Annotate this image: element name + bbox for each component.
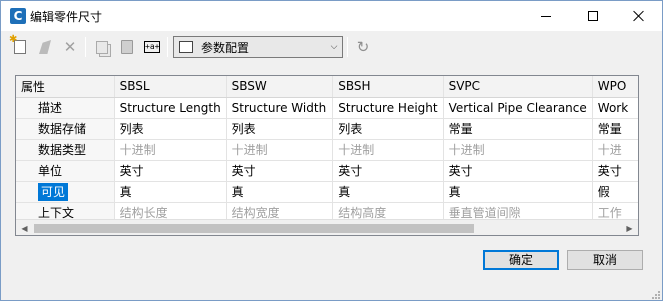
toolbar-separator xyxy=(167,37,168,57)
table-cell[interactable]: Structure Length xyxy=(114,97,227,119)
table-cell[interactable]: Work xyxy=(592,97,638,119)
resize-grip-icon[interactable] xyxy=(651,290,661,300)
table-row-data-storage[interactable]: 数据存储 列表 列表 列表 常量 常量 xyxy=(16,118,638,140)
maximize-icon xyxy=(588,11,598,21)
config-select-value: 参数配置 xyxy=(201,40,250,55)
row-label[interactable]: 上下文 xyxy=(16,202,115,219)
ok-button[interactable]: 确定 xyxy=(483,250,559,270)
table-cell[interactable]: 常量 xyxy=(443,118,593,140)
vertical-scrollbar[interactable]: ▲ ▼ xyxy=(638,76,639,219)
paste-icon xyxy=(121,40,133,54)
table-cell[interactable]: 英寸 xyxy=(443,160,593,182)
table-cell[interactable]: 英寸 xyxy=(592,160,638,182)
column-header-sbsh[interactable]: SBSH xyxy=(332,76,444,98)
table-cell[interactable]: Vertical Pipe Clearance xyxy=(443,97,593,119)
copy-icon xyxy=(96,40,108,54)
new-icon xyxy=(9,34,26,54)
table-cell[interactable]: 英寸 xyxy=(114,160,227,182)
toolbar: ✕ +a+ 参数配置 ⌵ ↻ xyxy=(1,31,662,63)
delete-icon: ✕ xyxy=(63,37,77,56)
row-label[interactable]: 可见 xyxy=(16,181,115,203)
app-icon: C xyxy=(10,8,26,24)
horizontal-scrollbar[interactable]: ◀ ▶ xyxy=(16,219,638,235)
table-cell: 结构长度 xyxy=(114,202,227,219)
table-cell: 十进制 xyxy=(114,139,227,161)
sync-icon: ↻ xyxy=(356,37,370,56)
column-header-sbsl[interactable]: SBSL xyxy=(114,76,227,98)
rename-icon: +a+ xyxy=(144,41,160,53)
table-cell: 工作 xyxy=(592,202,638,219)
minimize-button[interactable] xyxy=(523,1,569,31)
delete-button[interactable]: ✕ xyxy=(59,36,81,58)
header-row: 属性 SBSL SBSW SBSH SVPC WPO xyxy=(16,76,638,98)
table-cell[interactable]: 真 xyxy=(226,181,334,203)
property-grid[interactable]: 属性 SBSL SBSW SBSH SVPC WPO 描述 Structure … xyxy=(15,75,639,236)
table-cell: 十进制 xyxy=(332,139,444,161)
table-cell: 十进制 xyxy=(443,139,593,161)
toolbar-separator xyxy=(347,37,348,57)
horizontal-scroll-thumb[interactable] xyxy=(34,224,474,233)
edit-button[interactable] xyxy=(34,36,56,58)
copy-button[interactable] xyxy=(91,36,113,58)
new-button[interactable] xyxy=(9,34,31,58)
property-grid-viewport: 属性 SBSL SBSW SBSH SVPC WPO 描述 Structure … xyxy=(16,76,638,219)
table-cell[interactable]: 列表 xyxy=(226,118,334,140)
column-header-property[interactable]: 属性 xyxy=(16,76,115,98)
close-icon xyxy=(633,10,645,22)
table-cell: 结构宽度 xyxy=(226,202,334,219)
table-cell[interactable]: 真 xyxy=(114,181,227,203)
table-cell[interactable]: Structure Height xyxy=(332,97,444,119)
table-row-data-type[interactable]: 数据类型 十进制 十进制 十进制 十进制 十进 xyxy=(16,139,638,161)
table-cell[interactable]: 真 xyxy=(332,181,444,203)
chevron-down-icon[interactable]: ⌵ xyxy=(326,37,342,57)
table-cell[interactable]: 真 xyxy=(443,181,593,203)
table-cell[interactable]: 列表 xyxy=(332,118,444,140)
sync-button[interactable]: ↻ xyxy=(352,36,374,58)
paste-button[interactable] xyxy=(116,36,138,58)
table-cell[interactable]: Structure Width xyxy=(226,97,334,119)
window-title: 编辑零件尺寸 xyxy=(30,10,103,24)
scroll-right-icon[interactable]: ▶ xyxy=(621,220,638,235)
row-label[interactable]: 描述 xyxy=(16,97,115,119)
table-row-description[interactable]: 描述 Structure Length Structure Width Stru… xyxy=(16,97,638,119)
cancel-button[interactable]: 取消 xyxy=(567,250,643,270)
table-cell[interactable]: 常量 xyxy=(592,118,638,140)
table-row-visible[interactable]: 可见 真 真 真 真 假 xyxy=(16,181,638,203)
row-label[interactable]: 单位 xyxy=(16,160,115,182)
table-cell[interactable]: 英寸 xyxy=(332,160,444,182)
row-label[interactable]: 数据类型 xyxy=(16,139,115,161)
toolbar-separator xyxy=(85,37,86,57)
config-icon xyxy=(179,41,193,53)
title-bar[interactable]: C 编辑零件尺寸 xyxy=(1,1,662,31)
table-cell: 垂直管道间隙 xyxy=(443,202,593,219)
column-header-sbsw[interactable]: SBSW xyxy=(226,76,334,98)
table-cell: 结构高度 xyxy=(332,202,444,219)
selected-row-label[interactable]: 可见 xyxy=(38,183,69,201)
table-cell[interactable]: 假 xyxy=(592,181,638,203)
config-select[interactable]: 参数配置 ⌵ xyxy=(173,36,343,58)
table-cell[interactable]: 列表 xyxy=(114,118,227,140)
table-cell[interactable]: 英寸 xyxy=(226,160,334,182)
dialog-window: C 编辑零件尺寸 ✕ +a+ 参数配置 ⌵ ↻ xyxy=(0,0,663,301)
property-table: 属性 SBSL SBSW SBSH SVPC WPO 描述 Structure … xyxy=(16,76,638,219)
close-button[interactable] xyxy=(616,1,662,31)
table-cell: 十进制 xyxy=(226,139,334,161)
scroll-left-icon[interactable]: ◀ xyxy=(16,220,33,235)
maximize-button[interactable] xyxy=(570,1,616,31)
table-row-unit[interactable]: 单位 英寸 英寸 英寸 英寸 英寸 xyxy=(16,160,638,182)
row-label[interactable]: 数据存储 xyxy=(16,118,115,140)
table-cell: 十进 xyxy=(592,139,638,161)
rename-button[interactable]: +a+ xyxy=(141,36,163,58)
table-row-context[interactable]: 上下文 结构长度 结构宽度 结构高度 垂直管道间隙 工作 xyxy=(16,202,638,219)
scrollbar-corner xyxy=(638,219,639,236)
column-header-svpc[interactable]: SVPC xyxy=(443,76,593,98)
column-header-wpo[interactable]: WPO xyxy=(592,76,638,98)
edit-icon xyxy=(39,40,51,54)
minimize-icon xyxy=(541,15,551,17)
